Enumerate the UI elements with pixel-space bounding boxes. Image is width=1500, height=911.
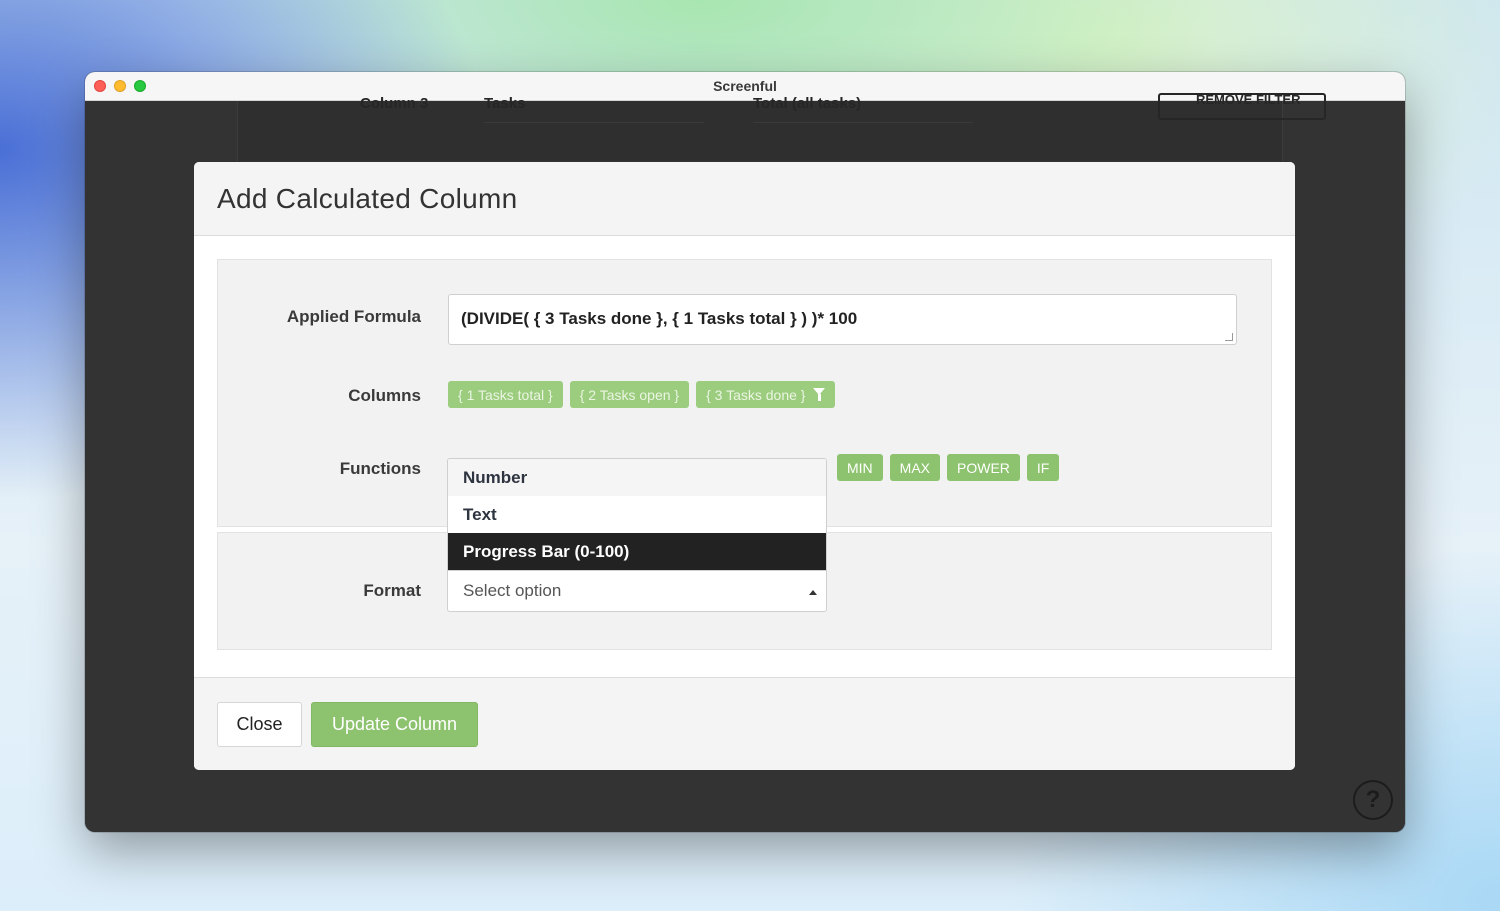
formula-value: (DIVIDE( { 3 Tasks done }, { 1 Tasks tot… — [461, 309, 858, 328]
background-metric-value: Total (all tasks) — [753, 95, 862, 112]
dialog-header: Add Calculated Column — [194, 162, 1295, 236]
column-chips: { 1 Tasks total } { 2 Tasks open } { 3 T… — [448, 381, 836, 408]
dialog-footer: Close Update Column — [194, 677, 1295, 770]
update-column-button[interactable]: Update Column — [311, 702, 478, 747]
close-button[interactable]: Close — [217, 702, 302, 747]
background-metric-underline — [753, 122, 973, 123]
app-window: Screenful Column 3 Tasks Total (all task… — [85, 72, 1405, 832]
format-option-text[interactable]: Text — [448, 496, 826, 533]
background-remove-filter-label: REMOVE FILTER — [1196, 92, 1301, 107]
resize-grip-icon[interactable] — [1225, 333, 1233, 341]
column-chip-tasks-done-label: { 3 Tasks done } — [706, 386, 806, 403]
functions-label: Functions — [339, 459, 421, 478]
background-source-underline — [484, 122, 704, 123]
caret-up-icon — [809, 590, 817, 595]
format-option-progress-bar[interactable]: Progress Bar (0-100) — [448, 533, 826, 570]
background-source-value: Tasks — [484, 95, 526, 112]
window-controls — [94, 80, 146, 92]
add-calculated-column-dialog: Add Calculated Column Applied Formula (D… — [194, 162, 1295, 770]
column-chip-tasks-open[interactable]: { 2 Tasks open } — [569, 381, 690, 408]
function-chip-min[interactable]: MIN — [837, 454, 883, 481]
window-title: Screenful — [713, 78, 777, 94]
dialog-title: Add Calculated Column — [217, 182, 518, 214]
columns-label: Columns — [348, 386, 421, 405]
close-window-button[interactable] — [94, 80, 106, 92]
background-remove-filter-button: REMOVE FILTER — [1158, 92, 1326, 120]
format-label: Format — [363, 581, 421, 600]
format-dropdown-list: Number Text Progress Bar (0-100) — [447, 458, 827, 570]
formula-input[interactable]: (DIVIDE( { 3 Tasks done }, { 1 Tasks tot… — [448, 294, 1237, 345]
format-option-number[interactable]: Number — [448, 459, 826, 496]
minimize-window-button[interactable] — [114, 80, 126, 92]
function-chips: MIN MAX POWER IF — [837, 454, 1060, 481]
format-select[interactable]: Select option — [447, 570, 827, 612]
filter-icon — [813, 388, 826, 401]
applied-formula-label: Applied Formula — [286, 307, 421, 326]
column-chip-tasks-done[interactable]: { 3 Tasks done } — [696, 381, 836, 408]
format-select-placeholder: Select option — [463, 581, 562, 600]
function-chip-max[interactable]: MAX — [889, 454, 941, 481]
function-chip-power[interactable]: POWER — [947, 454, 1020, 481]
function-chip-if[interactable]: IF — [1026, 454, 1060, 481]
column-chip-tasks-total[interactable]: { 1 Tasks total } — [448, 381, 563, 408]
zoom-window-button[interactable] — [134, 80, 146, 92]
background-column-label: Column 3 — [360, 95, 429, 112]
background-panel: Column 3 Tasks Total (all tasks) REMOVE … — [237, 92, 1326, 161]
help-icon[interactable]: ? — [1353, 780, 1393, 820]
